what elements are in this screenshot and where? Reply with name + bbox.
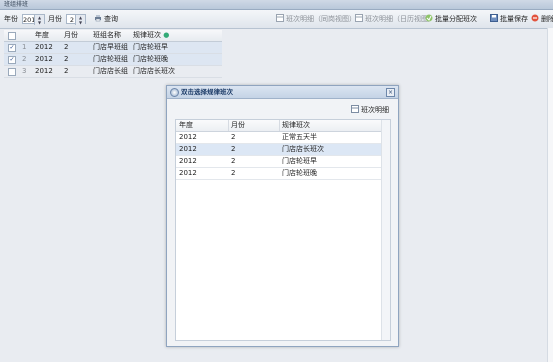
batch-assign-label: 批量分配班次 (435, 15, 477, 23)
select-all-checkbox[interactable] (8, 32, 16, 40)
dialog-cell-shift: 门店轮班晚 (282, 169, 317, 177)
dialog-cell-shift: 门店店长班次 (282, 145, 324, 153)
batch-save-label: 批量保存 (500, 15, 528, 23)
year-spinner-arrows-icon[interactable]: ▲ ▼ (34, 15, 44, 25)
cell-team: 门店店长组 (93, 67, 128, 75)
cell-team: 门店早班组 (93, 43, 128, 51)
cell-year: 2012 (35, 43, 53, 51)
row-number: 3 (22, 67, 27, 75)
close-icon[interactable]: × (386, 88, 395, 97)
batch-save-button[interactable]: 批量保存 (490, 14, 528, 24)
query-label: 查询 (104, 15, 118, 23)
shift-detail-same-label: 班次明细（同岗视图） (286, 15, 356, 23)
dialog-cell-month: 2 (231, 157, 236, 165)
shift-detail-calendar-button[interactable]: 班次明细（日历视图） (355, 14, 435, 24)
window-titlebar: 班组排班 (0, 0, 553, 10)
shift-detail-same-button[interactable]: 班次明细（同岗视图） (276, 14, 356, 24)
dialog-scrollbar[interactable] (381, 120, 390, 340)
window-title: 班组排班 (4, 1, 29, 8)
dialog-cell-month: 2 (231, 133, 236, 141)
dialog-col-year: 年度 (179, 121, 193, 129)
row-checkbox[interactable]: ✓ (8, 56, 16, 64)
shift-detail-button[interactable]: 班次明细 (351, 105, 389, 115)
cell-shift: 门店轮班早 (133, 43, 168, 51)
dialog-cell-year: 2012 (179, 133, 197, 141)
delete-label: 删除 (541, 15, 553, 23)
row-number: 2 (22, 55, 27, 63)
dialog-header: 双击选择规律班次 × (167, 86, 398, 99)
cell-team: 门店轮班组 (93, 55, 128, 63)
list-item[interactable]: 2012 2 门店店长班次 (176, 144, 381, 156)
cell-year: 2012 (35, 55, 53, 63)
month-label: 月份 (48, 15, 62, 23)
printer-icon (95, 15, 101, 22)
delete-icon (531, 14, 539, 22)
assign-icon (425, 14, 433, 22)
year-label: 年份 (4, 15, 18, 23)
cell-month: 2 (64, 55, 69, 63)
month-spinner[interactable]: 2 ▲ ▼ (66, 14, 86, 25)
query-button[interactable]: 查询 (94, 14, 118, 24)
table-icon (276, 14, 284, 22)
dialog-cell-month: 2 (231, 169, 236, 177)
column-divider (279, 120, 280, 131)
dialog-col-shift: 规律班次 (282, 121, 310, 129)
col-shift-label: 规律班次 (133, 31, 161, 39)
list-item[interactable]: 2012 2 门店轮班晚 (176, 168, 381, 180)
sort-indicator-icon: ● (163, 31, 170, 39)
month-spinner-arrows-icon[interactable]: ▲ ▼ (75, 15, 85, 25)
calendar-icon (355, 14, 363, 22)
save-icon (490, 14, 498, 22)
row-checkbox[interactable] (8, 68, 16, 76)
cell-month: 2 (64, 67, 69, 75)
col-team: 班组名称 (93, 31, 121, 39)
table-icon (351, 105, 359, 113)
cell-shift: 门店轮班晚 (133, 55, 168, 63)
dialog-grid-header: 年度 月份 规律班次 (176, 120, 381, 132)
table-row[interactable]: ✓ 1 2012 2 门店早班组 门店轮班早 (4, 42, 222, 54)
toolbar: 年份 2012 ▲ ▼ 月份 2 ▲ ▼ 查询 班次明细（同岗视图） 班次明细（日历… (0, 10, 553, 29)
dialog-cell-year: 2012 (179, 169, 197, 177)
row-number: 1 (22, 43, 27, 51)
cell-shift: 门店店长班次 (133, 67, 175, 75)
grid-header: 年度 月份 班组名称 规律班次 ● (4, 30, 222, 42)
list-item[interactable]: 2012 2 门店轮班早 (176, 156, 381, 168)
col-year: 年度 (35, 31, 49, 39)
col-shift[interactable]: 规律班次 ● (133, 30, 169, 41)
list-item[interactable]: 2012 2 正常五天半 (176, 132, 381, 144)
shift-detail-label: 班次明细 (361, 106, 389, 114)
table-row[interactable]: 3 2012 2 门店店长组 门店店长班次 (4, 66, 222, 78)
month-value: 2 (69, 16, 74, 24)
year-spinner[interactable]: 2012 ▲ ▼ (22, 14, 45, 25)
dialog-cell-shift: 门店轮班早 (282, 157, 317, 165)
main-scrollbar[interactable] (547, 28, 553, 362)
delete-button[interactable]: 删除 (531, 14, 553, 24)
dialog-cell-month: 2 (231, 145, 236, 153)
cell-month: 2 (64, 43, 69, 51)
dialog-cell-year: 2012 (179, 157, 197, 165)
dialog-window-icon (170, 88, 179, 97)
shift-select-dialog: 双击选择规律班次 × 班次明细 年度 月份 规律班次 2012 2 正常五天半 … (166, 85, 399, 347)
batch-assign-button[interactable]: 批量分配班次 (425, 14, 477, 24)
dialog-grid: 年度 月份 规律班次 2012 2 正常五天半 2012 2 门店店长班次 20… (175, 119, 391, 341)
col-month: 月份 (64, 31, 78, 39)
table-row[interactable]: ✓ 2 2012 2 门店轮班组 门店轮班晚 (4, 54, 222, 66)
dialog-title: 双击选择规律班次 (181, 88, 233, 96)
dialog-cell-shift: 正常五天半 (282, 133, 317, 141)
column-divider (228, 120, 229, 131)
dialog-cell-year: 2012 (179, 145, 197, 153)
dialog-col-month: 月份 (231, 121, 245, 129)
row-checkbox[interactable]: ✓ (8, 44, 16, 52)
cell-year: 2012 (35, 67, 53, 75)
